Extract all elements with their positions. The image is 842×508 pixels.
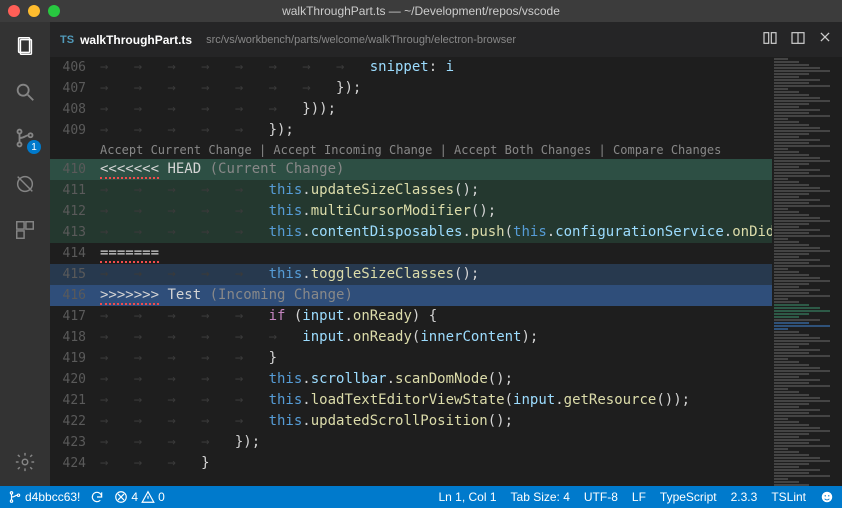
minimap[interactable] [772,57,842,486]
accept-both-link[interactable]: Accept Both Changes [454,143,591,157]
status-tabsize[interactable]: Tab Size: 4 [511,490,570,504]
merge-codelens: Accept Current Change | Accept Incoming … [50,141,772,159]
status-tslint[interactable]: TSLint [771,490,806,504]
code-line[interactable]: 418→ → → → → → input.onReady(innerConten… [50,327,772,348]
code-line[interactable]: 413→ → → → → this.contentDisposables.pus… [50,222,772,243]
status-encoding[interactable]: UTF-8 [584,490,618,504]
line-number: 422 [50,411,100,432]
status-problems[interactable]: 4 0 [114,490,164,504]
status-feedback-icon[interactable] [820,490,834,504]
code-line[interactable]: 415→ → → → → this.toggleSizeClasses(); [50,264,772,285]
code-line[interactable]: 417→ → → → → if (input.onReady) { [50,306,772,327]
line-number: 418 [50,327,100,348]
line-number: 406 [50,57,100,78]
split-compare-icon[interactable] [762,30,778,49]
traffic-lights [8,5,60,17]
status-errors-count: 4 [131,490,138,504]
line-number: 419 [50,348,100,369]
tab-filename: walkThroughPart.ts [80,33,192,47]
code-line[interactable]: 421→ → → → → this.loadTextEditorViewStat… [50,390,772,411]
line-number: 417 [50,306,100,327]
compare-changes-link[interactable]: Compare Changes [613,143,721,157]
code-line[interactable]: 411→ → → → → this.updateSizeClasses(); [50,180,772,201]
split-editor-icon[interactable] [790,30,806,49]
scm-badge: 1 [27,140,41,154]
activity-settings[interactable] [11,448,39,476]
code-line[interactable]: 416>>>>>>> Test (Incoming Change) [50,285,772,306]
line-number: 421 [50,390,100,411]
line-number: 420 [50,369,100,390]
activity-search[interactable] [11,78,39,106]
code-line[interactable]: 410<<<<<<< HEAD (Current Change) [50,159,772,180]
line-number: 413 [50,222,100,243]
line-number: 411 [50,180,100,201]
line-number: 409 [50,120,100,141]
status-branch-label: d4bbcc63! [25,490,80,504]
code-line[interactable]: 412→ → → → → this.multiCursorModifier(); [50,201,772,222]
close-tab-icon[interactable] [818,30,832,49]
status-cursor[interactable]: Ln 1, Col 1 [438,490,496,504]
tab-walkthroughpart[interactable]: TS walkThroughPart.ts src/vs/workbench/p… [60,33,516,47]
status-language[interactable]: TypeScript [660,490,717,504]
code-line[interactable]: 424→ → → } [50,453,772,474]
activity-debug[interactable] [11,170,39,198]
status-branch[interactable]: d4bbcc63! [8,490,80,504]
activity-extensions[interactable] [11,216,39,244]
minimize-window-button[interactable] [28,5,40,17]
status-bar: d4bbcc63! 4 0 Ln 1, Col 1 Tab Size: 4 UT… [0,486,842,508]
activity-bar: 1 [0,22,50,486]
titlebar: walkThroughPart.ts — ~/Development/repos… [0,0,842,22]
line-number: 424 [50,453,100,474]
code-line[interactable]: 419→ → → → → } [50,348,772,369]
code-line[interactable]: 409→ → → → → }); [50,120,772,141]
status-eol[interactable]: LF [632,490,646,504]
window-title: walkThroughPart.ts — ~/Development/repos… [0,4,842,18]
code-line[interactable]: 423→ → → → }); [50,432,772,453]
editor-actions [762,30,832,49]
line-number: 407 [50,78,100,99]
zoom-window-button[interactable] [48,5,60,17]
status-tsversion[interactable]: 2.3.3 [731,490,758,504]
status-sync[interactable] [90,490,104,504]
close-window-button[interactable] [8,5,20,17]
code-line[interactable]: 422→ → → → → this.updatedScrollPosition(… [50,411,772,432]
typescript-icon: TS [60,34,74,46]
tab-bar: TS walkThroughPart.ts src/vs/workbench/p… [50,22,842,57]
code-line[interactable]: 408→ → → → → → })); [50,99,772,120]
code-editor[interactable]: 406→ → → → → → → → snippet: i407→ → → → … [50,57,772,486]
code-line[interactable]: 414======= [50,243,772,264]
activity-scm[interactable]: 1 [11,124,39,152]
code-line[interactable]: 406→ → → → → → → → snippet: i [50,57,772,78]
line-number: 414 [50,243,100,264]
line-number: 408 [50,99,100,120]
line-number: 423 [50,432,100,453]
status-warnings-count: 0 [158,490,165,504]
tab-path: src/vs/workbench/parts/welcome/walkThrou… [206,34,516,46]
line-number: 416 [50,285,100,306]
editor-area: TS walkThroughPart.ts src/vs/workbench/p… [50,22,842,486]
activity-explorer[interactable] [11,32,39,60]
accept-current-link[interactable]: Accept Current Change [100,143,252,157]
line-number: 412 [50,201,100,222]
code-line[interactable]: 420→ → → → → this.scrollbar.scanDomNode(… [50,369,772,390]
code-line[interactable]: 407→ → → → → → → }); [50,78,772,99]
line-number: 410 [50,159,100,180]
accept-incoming-link[interactable]: Accept Incoming Change [273,143,432,157]
line-number: 415 [50,264,100,285]
